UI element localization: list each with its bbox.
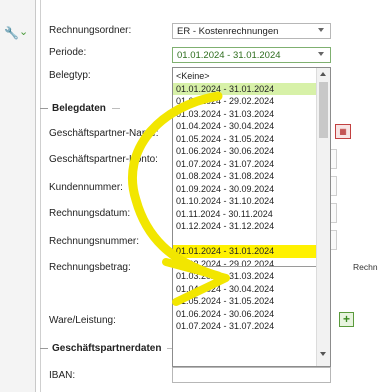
kundennummer-label: Kundennummer: <box>49 182 123 193</box>
dropdown-option[interactable]: 01.02.2024 - 29.02.2024 <box>173 258 316 271</box>
geschaeftspartner-konto-label: Geschäftspartner-Konto: <box>49 154 158 165</box>
dropdown-bottom-field <box>172 367 331 383</box>
ware-leistung-label: Ware/Leistung: <box>49 315 116 326</box>
scroll-up-icon[interactable] <box>320 72 326 76</box>
geschaeftspartner-name-label: Geschäftspartner-Name: <box>49 128 159 139</box>
dropdown-option[interactable]: 01.03.2024 - 31.03.2024 <box>173 108 316 121</box>
scrollbar-thumb[interactable] <box>319 82 328 138</box>
dropdown-option[interactable]: 01.12.2024 - 31.12.2024 <box>173 220 316 233</box>
chevron-down-icon[interactable]: ⌄ <box>19 25 28 38</box>
belegdaten-section-header: Belegdaten <box>40 103 120 114</box>
divider <box>40 0 41 392</box>
dropdown-option[interactable]: 01.01.2024 - 31.01.2024 <box>173 245 316 258</box>
rechnungsordner-select[interactable]: ER - Kostenrechnungen <box>172 23 331 39</box>
dropdown-option[interactable]: 01.05.2024 - 31.05.2024 <box>173 133 316 146</box>
dropdown-option[interactable]: 01.07.2024 - 31.07.2024 <box>173 320 316 333</box>
rechnungsbetrag-label: Rechnungsbetrag: <box>49 262 131 273</box>
left-toolbar: 🔧 ⌄ <box>0 0 36 392</box>
dropdown-option[interactable]: 01.03.2024 - 31.03.2024 <box>173 270 316 283</box>
scrollbar[interactable] <box>316 68 330 366</box>
rechnungsordner-value: ER - Kostenrechnungen <box>177 26 279 37</box>
periode-dropdown-list[interactable]: 01.07.2024 - 31.07.2024 01.06.2024 - 30.0… <box>172 67 331 367</box>
list-separator <box>173 266 316 267</box>
dropdown-option[interactable]: 01.04.2024 - 30.04.2024 <box>173 283 316 296</box>
dropdown-option[interactable]: 01.08.2024 - 31.08.2024 <box>173 170 316 183</box>
field-edge <box>331 230 337 250</box>
scroll-down-icon[interactable] <box>320 352 326 356</box>
periode-label: Periode: <box>49 47 87 58</box>
wrench-icon[interactable]: 🔧 <box>4 26 19 40</box>
rechnungsdatum-label: Rechnungsdatum: <box>49 208 131 219</box>
dropdown-option[interactable]: 01.09.2024 - 30.09.2024 <box>173 183 316 196</box>
calendar-icon[interactable]: ▦ <box>335 124 351 139</box>
field-edge <box>331 203 337 223</box>
dropdown-arrow-icon <box>318 28 324 32</box>
dropdown-option[interactable]: 01.06.2024 - 30.06.2024 <box>173 145 316 158</box>
belegdaten-title: Belegdaten <box>52 103 106 114</box>
dropdown-option[interactable]: 01.06.2024 - 30.06.2024 <box>173 308 316 321</box>
rechnungsordner-label: Rechnungsordner: <box>49 25 132 36</box>
periode-select[interactable]: 01.01.2024 - 31.01.2024 <box>172 47 331 63</box>
rechnungsbetrag-currency-text: Rechn <box>353 262 378 272</box>
iban-label: IBAN: <box>49 370 76 381</box>
rechnungsnummer-label: Rechnungsnummer: <box>49 236 140 247</box>
dropdown-option[interactable]: 01.11.2024 - 30.11.2024 <box>173 208 316 221</box>
dropdown-arrow-icon <box>318 52 324 56</box>
dropdown-option[interactable]: 01.05.2024 - 31.05.2024 <box>173 295 316 308</box>
geschaeftspartnerdaten-title: Geschäftspartnerdaten <box>52 343 162 354</box>
dropdown-option[interactable]: 01.07.2024 - 31.07.2024 <box>173 158 316 171</box>
field-edge <box>331 149 337 169</box>
dropdown-option[interactable]: <Keine> <box>173 70 316 83</box>
field-edge <box>331 176 337 196</box>
dropdown-option[interactable]: 01.01.2024 - 31.01.2024 <box>173 82 316 95</box>
periode-value: 01.01.2024 - 31.01.2024 <box>177 50 281 61</box>
dropdown-option[interactable]: 01.04.2024 - 30.04.2024 <box>173 120 316 133</box>
dropdown-option[interactable]: 01.10.2024 - 31.10.2024 <box>173 195 316 208</box>
add-icon[interactable]: + <box>339 312 354 327</box>
belegtyp-label: Belegtyp: <box>49 70 91 81</box>
dropdown-option[interactable]: 01.02.2024 - 29.02.2024 <box>173 95 316 108</box>
